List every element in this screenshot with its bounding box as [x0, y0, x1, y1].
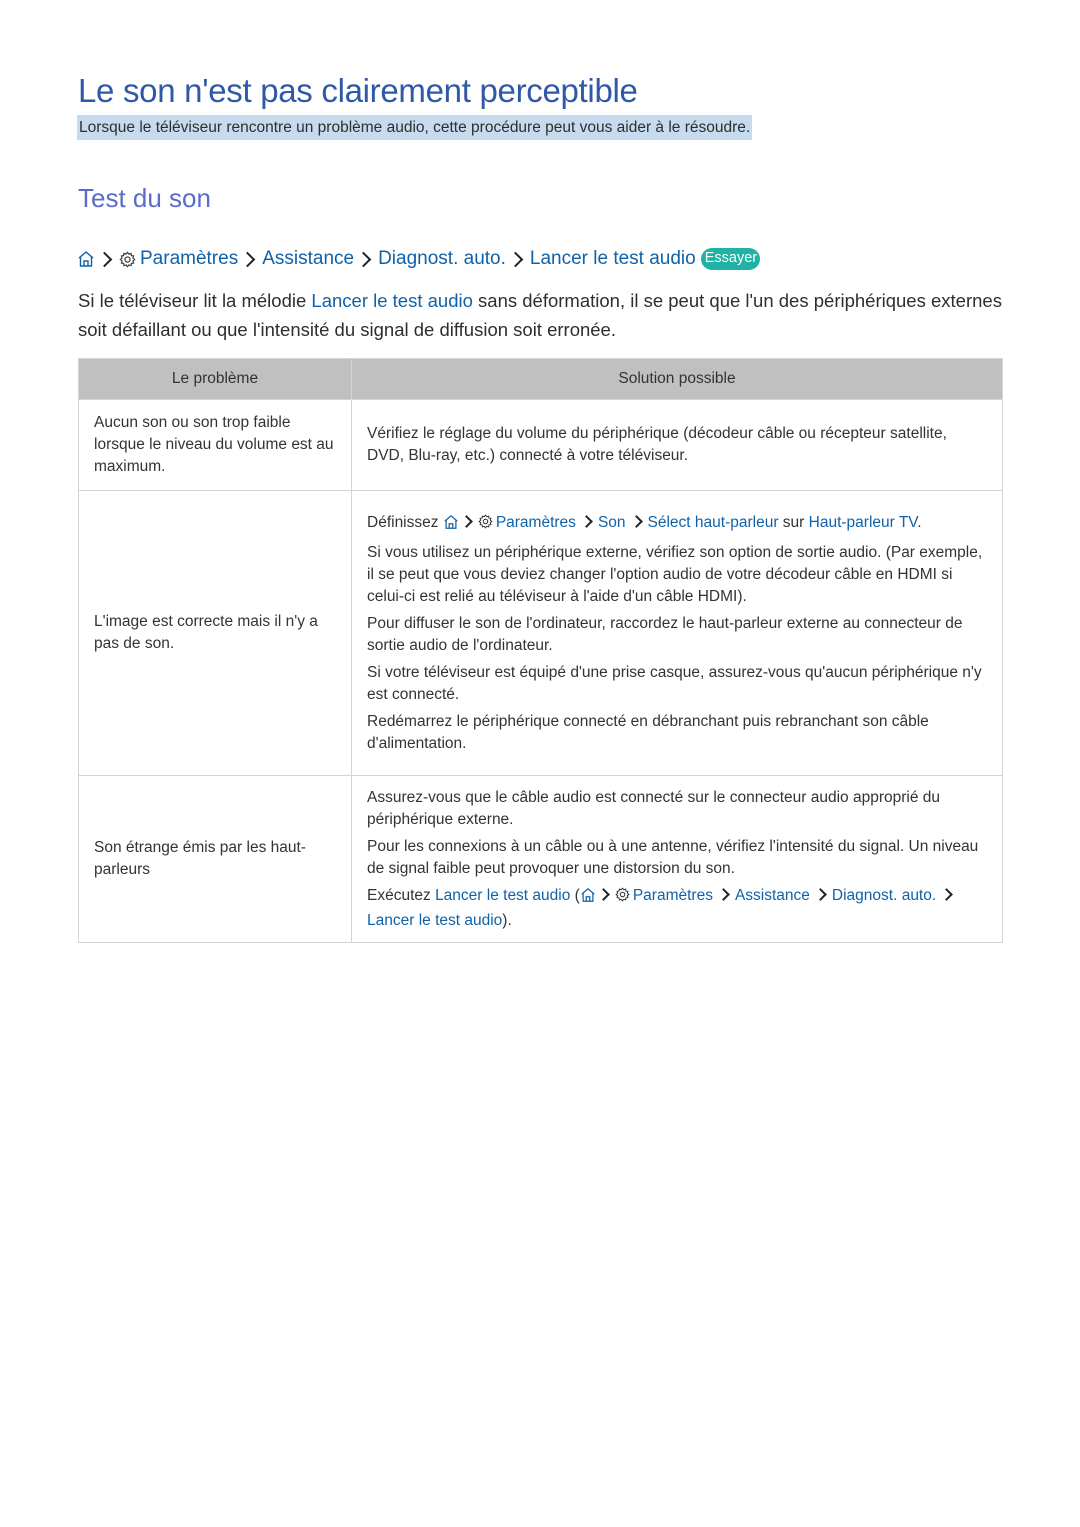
run-close: ).	[502, 911, 512, 929]
solution-text: Assurez-vous que le câble audio est conn…	[367, 788, 941, 828]
path-parametres[interactable]: Paramètres	[496, 514, 576, 531]
breadcrumb-diagnost-auto[interactable]: Diagnost. auto.	[378, 248, 506, 270]
solution-cell: Assurez-vous que le câble audio est conn…	[351, 775, 1003, 943]
path-lancer-test-audio[interactable]: Lancer le test audio	[367, 912, 502, 929]
solution-cell: Définissez Paramètres Son Sélect haut-parl…	[351, 490, 1003, 776]
header-problem: Le problème	[78, 358, 352, 400]
chevron-right-icon	[96, 251, 113, 267]
section-title: Test du son	[78, 183, 211, 213]
breadcrumb: Paramètres Assistance Diagnost. auto. La…	[77, 245, 761, 273]
gear-icon	[478, 513, 493, 536]
home-icon	[580, 887, 596, 910]
table-row: Aucun son ou son trop faible lorsque le …	[78, 399, 1003, 491]
header-solution: Solution possible	[351, 358, 1003, 400]
problem-cell: Aucun son ou son trop faible lorsque le …	[78, 399, 352, 491]
chevron-right-icon	[814, 887, 827, 901]
solution-cell: Vérifiez le réglage du volume du périphé…	[351, 399, 1003, 491]
solution-text: Pour les connexions à un câble ou à une …	[367, 837, 979, 877]
problem-cell: Son étrange émis par les haut-parleurs	[78, 775, 352, 943]
set-prefix: Définissez	[367, 513, 443, 531]
breadcrumb-parametres[interactable]: Paramètres	[140, 248, 238, 270]
haut-parleur-tv-option[interactable]: Haut-parleur TV	[809, 514, 918, 531]
solution-text: Vérifiez le réglage du volume du périphé…	[367, 425, 947, 464]
solution-text: Pour diffuser le son de l'ordinateur, ra…	[367, 614, 963, 654]
troubleshooting-table: Le problème Solution possible Aucun son …	[78, 358, 1003, 943]
home-icon[interactable]	[77, 250, 95, 268]
solution-text: Si vous utilisez un périphérique externe…	[367, 543, 983, 605]
chevron-right-icon	[580, 514, 593, 528]
intro-text: Lorsque le téléviseur rencontre un probl…	[77, 115, 753, 140]
chevron-right-icon	[459, 514, 473, 528]
gear-icon	[119, 250, 136, 268]
run-open: (	[570, 886, 580, 904]
try-button[interactable]: Essayer	[700, 248, 761, 270]
body-paragraph: Si le téléviseur lit la mélodie Lancer l…	[78, 286, 1008, 344]
solution-path-text: Définissez Paramètres Son Sélect haut-parl…	[367, 512, 987, 537]
problem-cell: L'image est correcte mais il n'y a pas d…	[78, 490, 352, 776]
set-end: .	[917, 513, 922, 531]
chevron-right-icon	[940, 887, 954, 901]
path-assistance[interactable]: Assistance	[735, 887, 810, 904]
table-header-row: Le problème Solution possible	[78, 358, 1003, 400]
table-row: L'image est correcte mais il n'y a pas d…	[78, 490, 1003, 776]
breadcrumb-assistance[interactable]: Assistance	[262, 248, 354, 270]
lancer-test-audio-link[interactable]: Lancer le test audio	[435, 887, 570, 904]
chevron-right-icon	[629, 514, 643, 528]
table-row: Son étrange émis par les haut-parleurs A…	[78, 775, 1003, 943]
chevron-right-icon	[717, 887, 730, 901]
breadcrumb-lancer-test-audio[interactable]: Lancer le test audio	[530, 248, 696, 270]
solution-text: Redémarrez le périphérique connecté en d…	[367, 712, 929, 752]
solution-text: Si votre téléviseur est équipé d'une pri…	[367, 663, 982, 703]
page-title: Le son n'est pas clairement perceptible	[78, 72, 638, 109]
chevron-right-icon	[507, 251, 524, 267]
set-on: sur	[778, 513, 809, 531]
home-icon	[443, 514, 459, 537]
solution-path-text: Exécutez Lancer le test audio ( Paramètre…	[367, 885, 987, 932]
gear-icon	[615, 886, 630, 909]
path-parametres[interactable]: Paramètres	[633, 887, 713, 904]
lancer-test-audio-link[interactable]: Lancer le test audio	[311, 290, 472, 311]
body-text-before: Si le téléviseur lit la mélodie	[78, 290, 312, 311]
chevron-right-icon	[239, 251, 256, 267]
path-diagnost-auto[interactable]: Diagnost. auto.	[832, 887, 936, 904]
chevron-right-icon	[355, 251, 372, 267]
path-son[interactable]: Son	[598, 514, 626, 531]
chevron-right-icon	[596, 887, 610, 901]
path-select-haut-parleur[interactable]: Sélect haut-parleur	[648, 514, 779, 531]
run-prefix: Exécutez	[367, 886, 436, 904]
